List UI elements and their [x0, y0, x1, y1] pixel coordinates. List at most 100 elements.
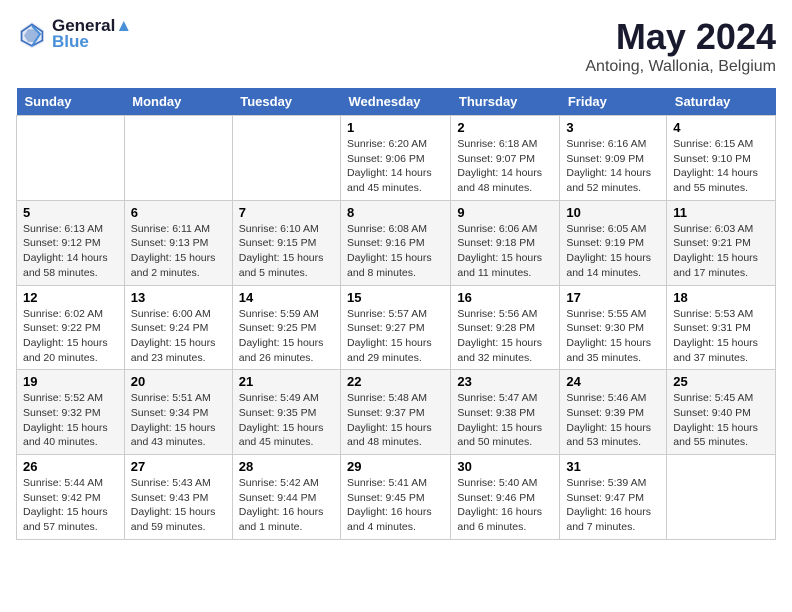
calendar-cell: 11 Sunrise: 6:03 AMSunset: 9:21 PMDayligh…: [667, 200, 776, 285]
calendar-cell: 29Sunrise: 5:41 AMSunset: 9:45 PMDayligh…: [341, 455, 451, 540]
calendar-cell: [232, 116, 340, 201]
calendar-cell: 16 Sunrise: 5:56 AMSunset: 9:28 PMDayligh…: [451, 285, 560, 370]
calendar-cell: 26 Sunrise: 5:44 AMSunset: 9:42 PMDayligh…: [17, 455, 125, 540]
day-number: 31: [566, 459, 660, 474]
day-info: Sunrise: 6:02 AMSunset: 9:22 PMDaylight:…: [23, 307, 118, 366]
day-info: Sunrise: 5:56 AMSunset: 9:28 PMDaylight:…: [457, 307, 553, 366]
day-info: Sunrise: 5:59 AMSunset: 9:25 PMDaylight:…: [239, 307, 334, 366]
calendar-week-row: 12 Sunrise: 6:02 AMSunset: 9:22 PMDayligh…: [17, 285, 776, 370]
location-title: Antoing, Wallonia, Belgium: [585, 58, 776, 76]
weekday-header: Friday: [560, 88, 667, 116]
logo-icon: [16, 18, 48, 50]
day-number: 9: [457, 205, 553, 220]
day-info: Sunrise: 6:18 AMSunset: 9:07 PMDaylight:…: [457, 137, 553, 196]
day-number: 7: [239, 205, 334, 220]
weekday-header: Monday: [124, 88, 232, 116]
day-info: Sunrise: 5:44 AMSunset: 9:42 PMDaylight:…: [23, 476, 118, 535]
calendar-cell: 25 Sunrise: 5:45 AMSunset: 9:40 PMDayligh…: [667, 370, 776, 455]
day-number: 12: [23, 290, 118, 305]
page-header: General▲ Blue May 2024 Antoing, Wallonia…: [16, 16, 776, 76]
calendar-cell: 7 Sunrise: 6:10 AMSunset: 9:15 PMDaylight…: [232, 200, 340, 285]
calendar-cell: [124, 116, 232, 201]
calendar-cell: 18Sunrise: 5:53 AMSunset: 9:31 PMDayligh…: [667, 285, 776, 370]
calendar-cell: 17Sunrise: 5:55 AMSunset: 9:30 PMDayligh…: [560, 285, 667, 370]
day-number: 25: [673, 374, 769, 389]
day-info: Sunrise: 6:06 AMSunset: 9:18 PMDaylight:…: [457, 222, 553, 281]
calendar-cell: 10Sunrise: 6:05 AMSunset: 9:19 PMDayligh…: [560, 200, 667, 285]
title-area: May 2024 Antoing, Wallonia, Belgium: [585, 16, 776, 76]
day-number: 5: [23, 205, 118, 220]
day-info: Sunrise: 5:47 AMSunset: 9:38 PMDaylight:…: [457, 391, 553, 450]
day-info: Sunrise: 5:43 AMSunset: 9:43 PMDaylight:…: [131, 476, 226, 535]
day-info: Sunrise: 5:52 AMSunset: 9:32 PMDaylight:…: [23, 391, 118, 450]
day-number: 1: [347, 120, 444, 135]
day-number: 14: [239, 290, 334, 305]
logo-text: General▲ Blue: [52, 16, 132, 52]
day-number: 19: [23, 374, 118, 389]
calendar-cell: 6Sunrise: 6:11 AMSunset: 9:13 PMDaylight…: [124, 200, 232, 285]
day-number: 24: [566, 374, 660, 389]
day-info: Sunrise: 5:40 AMSunset: 9:46 PMDaylight:…: [457, 476, 553, 535]
day-info: Sunrise: 6:11 AMSunset: 9:13 PMDaylight:…: [131, 222, 226, 281]
day-info: Sunrise: 6:20 AMSunset: 9:06 PMDaylight:…: [347, 137, 444, 196]
day-info: Sunrise: 5:42 AMSunset: 9:44 PMDaylight:…: [239, 476, 334, 535]
calendar-week-row: 5 Sunrise: 6:13 AMSunset: 9:12 PMDaylight…: [17, 200, 776, 285]
calendar-cell: 3 Sunrise: 6:16 AMSunset: 9:09 PMDaylight…: [560, 116, 667, 201]
calendar-cell: 14 Sunrise: 5:59 AMSunset: 9:25 PMDayligh…: [232, 285, 340, 370]
day-info: Sunrise: 5:57 AMSunset: 9:27 PMDaylight:…: [347, 307, 444, 366]
day-info: Sunrise: 5:39 AMSunset: 9:47 PMDaylight:…: [566, 476, 660, 535]
calendar-cell: 12 Sunrise: 6:02 AMSunset: 9:22 PMDayligh…: [17, 285, 125, 370]
logo: General▲ Blue: [16, 16, 132, 52]
calendar-cell: 9 Sunrise: 6:06 AMSunset: 9:18 PMDaylight…: [451, 200, 560, 285]
day-number: 20: [131, 374, 226, 389]
calendar-cell: 5 Sunrise: 6:13 AMSunset: 9:12 PMDaylight…: [17, 200, 125, 285]
day-info: Sunrise: 6:03 AMSunset: 9:21 PMDaylight:…: [673, 222, 769, 281]
calendar-week-row: 19 Sunrise: 5:52 AMSunset: 9:32 PMDayligh…: [17, 370, 776, 455]
day-number: 17: [566, 290, 660, 305]
day-number: 16: [457, 290, 553, 305]
calendar-cell: 23 Sunrise: 5:47 AMSunset: 9:38 PMDayligh…: [451, 370, 560, 455]
day-info: Sunrise: 6:10 AMSunset: 9:15 PMDaylight:…: [239, 222, 334, 281]
weekday-header: Sunday: [17, 88, 125, 116]
day-info: Sunrise: 6:13 AMSunset: 9:12 PMDaylight:…: [23, 222, 118, 281]
calendar-week-row: 26 Sunrise: 5:44 AMSunset: 9:42 PMDayligh…: [17, 455, 776, 540]
day-info: Sunrise: 5:53 AMSunset: 9:31 PMDaylight:…: [673, 307, 769, 366]
calendar-cell: 21Sunrise: 5:49 AMSunset: 9:35 PMDayligh…: [232, 370, 340, 455]
day-number: 3: [566, 120, 660, 135]
day-number: 22: [347, 374, 444, 389]
calendar-cell: [17, 116, 125, 201]
day-number: 30: [457, 459, 553, 474]
weekday-header: Tuesday: [232, 88, 340, 116]
day-number: 29: [347, 459, 444, 474]
calendar-cell: [667, 455, 776, 540]
day-number: 11: [673, 205, 769, 220]
calendar-cell: 8 Sunrise: 6:08 AMSunset: 9:16 PMDaylight…: [341, 200, 451, 285]
calendar-header-row: SundayMondayTuesdayWednesdayThursdayFrid…: [17, 88, 776, 116]
day-number: 15: [347, 290, 444, 305]
calendar-cell: 15 Sunrise: 5:57 AMSunset: 9:27 PMDayligh…: [341, 285, 451, 370]
day-number: 27: [131, 459, 226, 474]
day-number: 28: [239, 459, 334, 474]
calendar-cell: 20 Sunrise: 5:51 AMSunset: 9:34 PMDayligh…: [124, 370, 232, 455]
day-info: Sunrise: 6:08 AMSunset: 9:16 PMDaylight:…: [347, 222, 444, 281]
day-number: 2: [457, 120, 553, 135]
calendar-cell: 27 Sunrise: 5:43 AMSunset: 9:43 PMDayligh…: [124, 455, 232, 540]
day-number: 4: [673, 120, 769, 135]
calendar-cell: 30 Sunrise: 5:40 AMSunset: 9:46 PMDayligh…: [451, 455, 560, 540]
day-number: 23: [457, 374, 553, 389]
day-number: 8: [347, 205, 444, 220]
weekday-header: Saturday: [667, 88, 776, 116]
calendar-cell: 24 Sunrise: 5:46 AMSunset: 9:39 PMDayligh…: [560, 370, 667, 455]
calendar-cell: 28 Sunrise: 5:42 AMSunset: 9:44 PMDayligh…: [232, 455, 340, 540]
calendar-table: SundayMondayTuesdayWednesdayThursdayFrid…: [16, 88, 776, 540]
day-info: Sunrise: 6:16 AMSunset: 9:09 PMDaylight:…: [566, 137, 660, 196]
calendar-week-row: 1 Sunrise: 6:20 AMSunset: 9:06 PMDaylight…: [17, 116, 776, 201]
day-info: Sunrise: 5:45 AMSunset: 9:40 PMDaylight:…: [673, 391, 769, 450]
day-info: Sunrise: 5:51 AMSunset: 9:34 PMDaylight:…: [131, 391, 226, 450]
day-info: Sunrise: 6:15 AMSunset: 9:10 PMDaylight:…: [673, 137, 769, 196]
day-info: Sunrise: 6:00 AMSunset: 9:24 PMDaylight:…: [131, 307, 226, 366]
day-info: Sunrise: 5:46 AMSunset: 9:39 PMDaylight:…: [566, 391, 660, 450]
day-number: 26: [23, 459, 118, 474]
calendar-cell: 1 Sunrise: 6:20 AMSunset: 9:06 PMDaylight…: [341, 116, 451, 201]
weekday-header: Wednesday: [341, 88, 451, 116]
